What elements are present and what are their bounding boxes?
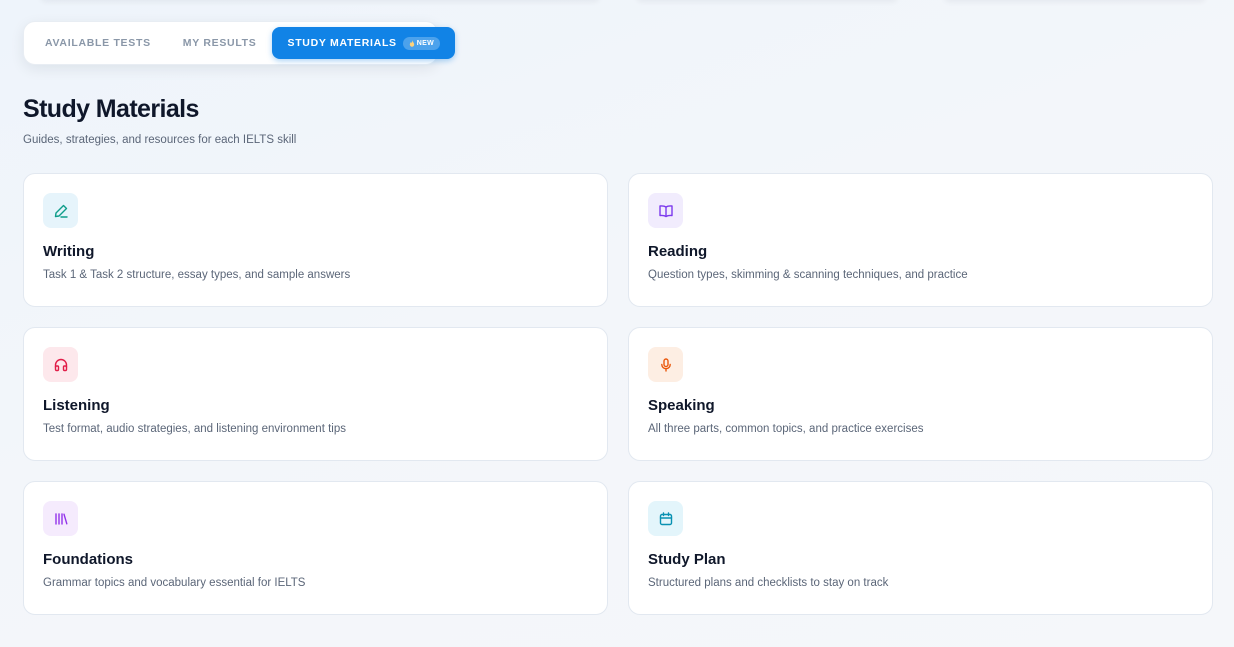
card-listening[interactable]: Listening Test format, audio strategies,…	[23, 327, 608, 461]
card-icon-box	[43, 193, 78, 228]
card-icon-box	[648, 501, 683, 536]
card-icon-box	[648, 193, 683, 228]
card-title: Study Plan	[648, 551, 726, 568]
tab-bar: AVAILABLE TESTS MY RESULTS STUDY MATERIA…	[23, 21, 455, 65]
card-title: Reading	[648, 243, 708, 260]
card-writing[interactable]: Writing Task 1 & Task 2 structure, essay…	[23, 173, 608, 307]
tab-available-tests[interactable]: AVAILABLE TESTS	[29, 27, 167, 59]
card-icon-box	[43, 501, 78, 536]
headphones-icon	[54, 358, 67, 371]
pen-icon	[54, 204, 68, 218]
card-title: Foundations	[43, 551, 133, 568]
card-study-plan[interactable]: Study Plan Structured plans and checklis…	[628, 481, 1213, 615]
card-speaking[interactable]: Speaking All three parts, common topics,…	[628, 327, 1213, 461]
library-icon	[54, 512, 67, 525]
flame-icon	[409, 39, 414, 47]
card-title: Speaking	[648, 397, 715, 414]
card-description: Structured plans and checklists to stay …	[648, 577, 889, 589]
microphone-icon	[660, 357, 671, 372]
calendar-icon	[659, 511, 672, 525]
page-subtitle: Guides, strategies, and resources for ea…	[23, 134, 297, 146]
card-title: Writing	[43, 243, 95, 260]
card-reading[interactable]: Reading Question types, skimming & scann…	[628, 173, 1213, 307]
card-description: Grammar topics and vocabulary essential …	[43, 577, 306, 589]
tab-study-materials[interactable]: STUDY MATERIALS NEW	[272, 27, 455, 59]
top-partial-cards	[0, 0, 1234, 2]
card-description: Task 1 & Task 2 structure, essay types, …	[43, 269, 351, 281]
card-icon-box	[648, 347, 683, 382]
page-title: Study Materials	[23, 95, 199, 123]
materials-grid: Writing Task 1 & Task 2 structure, essay…	[23, 173, 1213, 615]
card-foundations[interactable]: Foundations Grammar topics and vocabular…	[23, 481, 608, 615]
tab-my-results[interactable]: MY RESULTS	[167, 27, 273, 59]
book-open-icon	[658, 204, 673, 217]
new-badge-label: NEW	[416, 39, 434, 47]
card-icon-box	[43, 347, 78, 382]
card-title: Listening	[43, 397, 110, 414]
new-badge: NEW	[402, 36, 440, 50]
card-description: All three parts, common topics, and prac…	[648, 423, 924, 435]
tab-study-materials-label: STUDY MATERIALS	[287, 37, 397, 49]
card-description: Question types, skimming & scanning tech…	[648, 269, 968, 281]
card-description: Test format, audio strategies, and liste…	[43, 423, 346, 435]
